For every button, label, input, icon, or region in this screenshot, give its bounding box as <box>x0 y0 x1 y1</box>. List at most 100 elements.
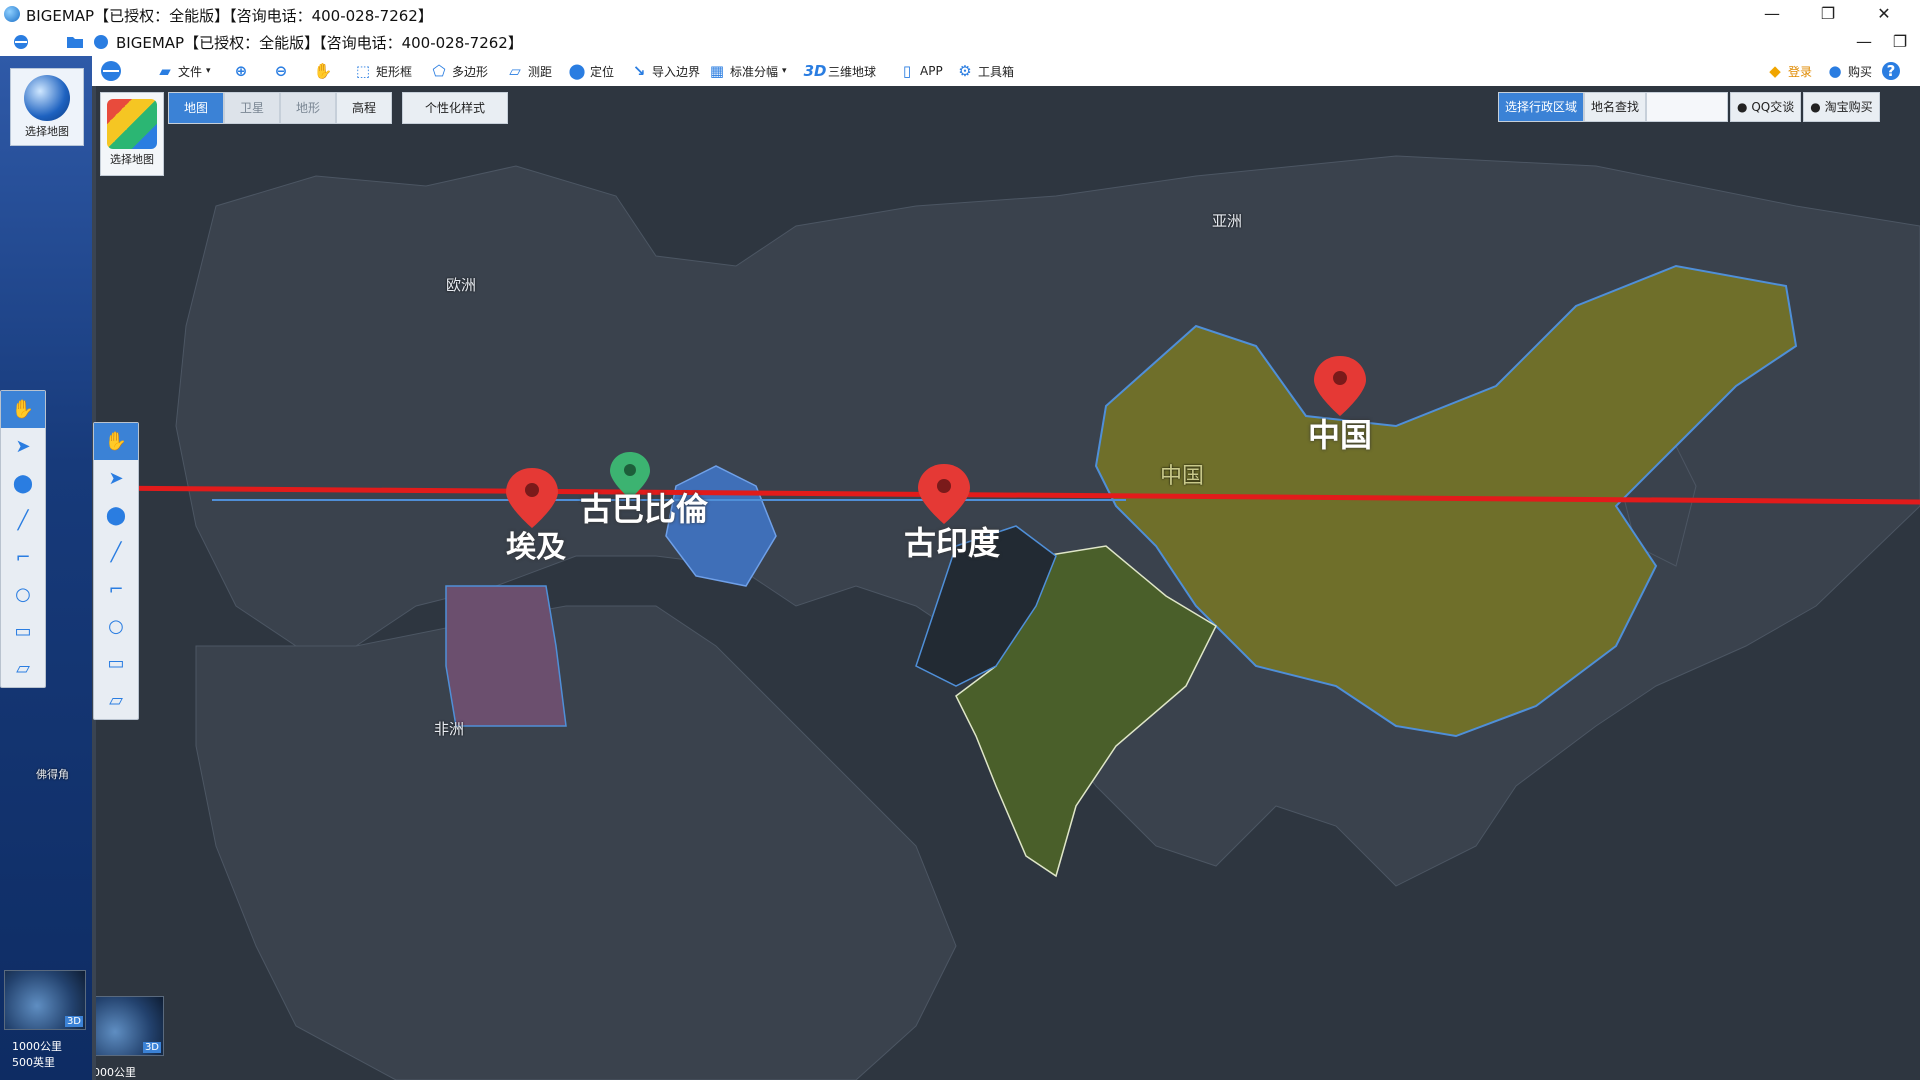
tab-elevation[interactable]: 高程 <box>336 92 392 124</box>
rectangle-icon[interactable]: ▭ <box>1 613 45 650</box>
zoom-in-icon: ⊕ <box>234 62 248 80</box>
tab-terrain[interactable]: 地形 <box>280 92 336 124</box>
gear-icon: ⚙ <box>958 62 972 80</box>
ruler-icon[interactable]: ▱ <box>94 682 138 719</box>
inner-window-title: BIGEMAP【已授权：全能版】【咨询电话：400-028-7262】 <box>116 34 523 52</box>
tab-map[interactable]: 地图 <box>168 92 224 124</box>
custom-style-button[interactable]: 个性化样式 <box>402 92 508 124</box>
pointer-icon[interactable]: ➤ <box>94 460 138 497</box>
location-pin-icon: ⬤ <box>568 62 586 80</box>
taobao-icon: ● <box>1810 100 1821 114</box>
bigemap-logo-icon <box>94 35 108 49</box>
qq-icon: ● <box>1737 100 1748 114</box>
buy-label: 购买 <box>1848 64 1873 79</box>
toolbox-button[interactable]: ⚙ 工具箱 <box>956 56 1014 86</box>
restore-button[interactable]: ❐ <box>1800 0 1856 28</box>
qq-label: QQ交谈 <box>1751 100 1795 114</box>
map-svg <box>96 155 1920 1080</box>
select-region-button[interactable]: 选择行政区域 <box>1498 92 1585 122</box>
window-titlebar: BIGEMAP【已授权：全能版】【咨询电话：400-028-7262】 — ❐ … <box>0 0 1920 28</box>
zoom-out-button[interactable]: ⊖ <box>272 56 290 86</box>
africa-landmass <box>195 605 957 1080</box>
3d-icon: 3D <box>803 62 827 80</box>
toolbar-label: 标准分幅 <box>730 64 779 79</box>
folder-icon[interactable] <box>66 34 84 50</box>
toolbar-label: 导入边界 <box>652 64 701 79</box>
taobao-label: 淘宝购买 <box>1824 100 1873 114</box>
rectangle-icon[interactable]: ▭ <box>94 645 138 682</box>
taobao-buy-button[interactable]: ● 淘宝购买 <box>1803 92 1880 122</box>
map-style-icon <box>107 99 157 149</box>
folder-icon: ▰ <box>159 62 171 80</box>
circle-icon[interactable]: ○ <box>1 576 45 613</box>
marker-icon[interactable]: ⬤ <box>1 465 45 502</box>
help-icon: ? <box>1882 62 1900 80</box>
inner-3d-globe-thumbnail[interactable]: 3D <box>96 996 164 1056</box>
line-icon[interactable]: ╱ <box>1 502 45 539</box>
app-button[interactable]: ▯ APP <box>898 56 943 86</box>
label-africa: 非洲 <box>434 720 465 738</box>
locate-button[interactable]: ⬤ 定位 <box>568 56 614 86</box>
label-babylon: 古巴比倫 <box>580 490 709 528</box>
toolbar-file[interactable]: ▰ 文件 ▾ <box>156 56 210 86</box>
qq-chat-button[interactable]: ● QQ交谈 <box>1730 92 1802 122</box>
circle-icon[interactable]: ○ <box>94 608 138 645</box>
login-icon: ◆ <box>1769 62 1781 80</box>
pointer-icon[interactable]: ➤ <box>1 428 45 465</box>
tab-satellite[interactable]: 卫星 <box>224 92 280 124</box>
outer-scale-km: 1000公里 <box>12 1040 62 1053</box>
label-asia: 亚洲 <box>1212 212 1243 230</box>
inner-drawing-toolbar: ✋ ➤ ⬤ ╱ ⌐ ○ ▭ ▱ <box>93 422 139 720</box>
toolbar-label: 文件 <box>178 64 203 79</box>
pan-hand-icon[interactable]: ✋ <box>94 423 138 460</box>
rectangle-select-button[interactable]: ⬚ 矩形框 <box>354 56 412 86</box>
3d-badge: 3D <box>64 1016 83 1027</box>
toolbar-label: 多边形 <box>452 64 489 79</box>
standard-sheet-button[interactable]: ▦ 标准分幅 ▾ <box>708 56 787 86</box>
outer-3d-globe-thumbnail[interactable]: 3D <box>4 970 86 1030</box>
toolbar-label: 测距 <box>528 64 553 79</box>
egypt-region[interactable] <box>445 585 567 727</box>
polyline-icon[interactable]: ⌐ <box>1 539 45 576</box>
map-select-label: 选择地图 <box>110 153 154 166</box>
label-ancient-india: 古印度 <box>904 524 1001 562</box>
3d-earth-button[interactable]: 3D 三维地球 <box>803 56 876 86</box>
line-icon[interactable]: ╱ <box>94 534 138 571</box>
pan-hand-icon[interactable]: ✋ <box>1 391 45 428</box>
outer-scale-mi: 500英里 <box>12 1056 55 1069</box>
minimize-button[interactable]: — <box>1744 0 1800 28</box>
label-europe: 欧洲 <box>446 276 477 294</box>
place-label-cape-verde: 佛得角 <box>36 768 69 781</box>
import-boundary-icon: ↘ <box>632 62 646 80</box>
place-search-button[interactable]: 地名查找 <box>1584 92 1647 122</box>
import-boundary-button[interactable]: ↘ 导入边界 <box>630 56 700 86</box>
measure-button[interactable]: ▱ 测距 <box>506 56 552 86</box>
grid-icon: ▦ <box>709 62 725 80</box>
toolbar-label: 工具箱 <box>978 64 1015 79</box>
close-button[interactable]: ✕ <box>1856 0 1912 28</box>
map-select-button[interactable]: 选择地图 <box>100 92 164 176</box>
buy-icon: ● <box>1828 62 1842 80</box>
window-title: BIGEMAP【已授权：全能版】【咨询电话：400-028-7262】 <box>26 7 433 25</box>
polyline-icon[interactable]: ⌐ <box>94 571 138 608</box>
help-button[interactable]: ? <box>1882 56 1900 86</box>
polygon-button[interactable]: ⬠ 多边形 <box>430 56 488 86</box>
buy-button[interactable]: ● 购买 <box>1826 56 1872 86</box>
toolbar-label: 定位 <box>590 64 615 79</box>
bigemap-logo-icon <box>14 35 28 49</box>
pan-hand-icon: ✋ <box>313 62 333 80</box>
inner-restore-button[interactable]: ❐ <box>1880 28 1920 56</box>
ruler-icon[interactable]: ▱ <box>1 650 45 687</box>
map-canvas[interactable]: 亚洲 欧洲 非洲 中国 埃及 古巴比倫 古印度 中国 3D 1000公里 <box>96 86 1920 1080</box>
3d-badge: 3D <box>142 1042 161 1053</box>
zoom-in-button[interactable]: ⊕ <box>232 56 250 86</box>
place-search-input[interactable] <box>1646 92 1729 122</box>
label-egypt: 埃及 <box>506 530 566 565</box>
pan-button[interactable]: ✋ <box>313 56 333 86</box>
login-button[interactable]: ◆ 登录 <box>1766 56 1812 86</box>
bigemap-logo-icon <box>101 61 121 81</box>
map-top-right-controls: 选择行政区域 地名查找 ● QQ交谈 ● 淘宝购买 <box>1498 92 1880 122</box>
outer-map-select-button[interactable]: 选择地图 <box>10 68 84 146</box>
outer-map-select-label: 选择地图 <box>25 125 69 138</box>
marker-icon[interactable]: ⬤ <box>94 497 138 534</box>
